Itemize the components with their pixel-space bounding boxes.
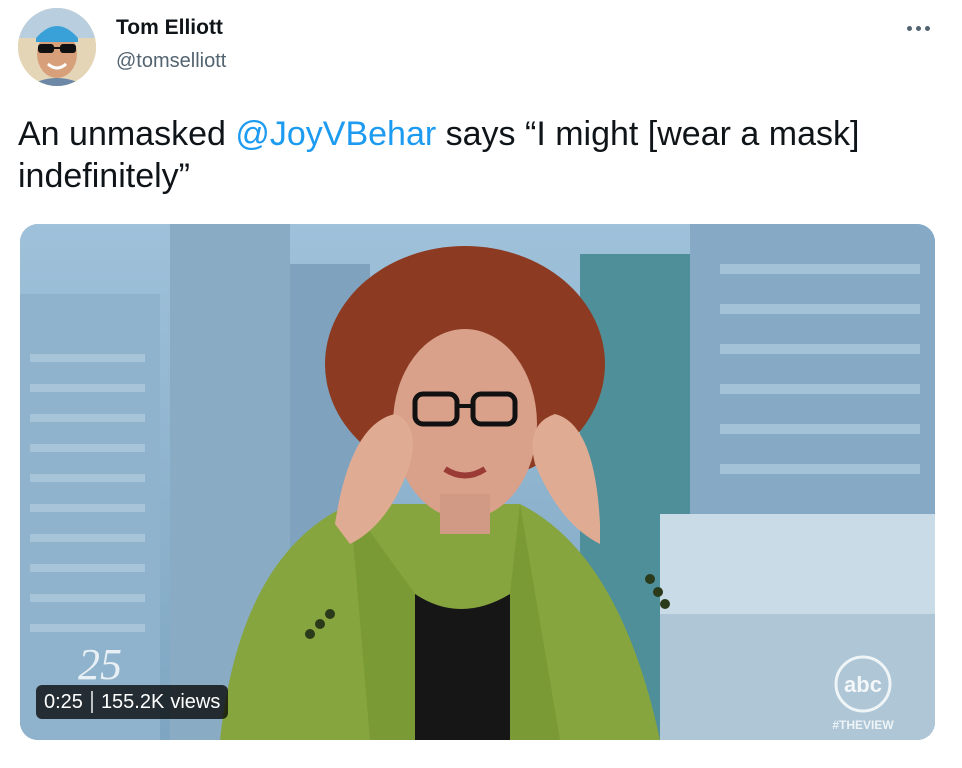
show-hashtag: #THEVIEW: [832, 718, 894, 732]
author-name[interactable]: Tom Elliott: [116, 16, 223, 40]
more-options-button[interactable]: [898, 14, 938, 42]
video-frame: 25 abc #THEVIEW: [20, 224, 935, 740]
video-timer-badge: 0:25 155.2K views: [36, 685, 229, 719]
tweet-text-before: An unmasked: [18, 115, 236, 153]
author-handle[interactable]: @tomselliott: [116, 50, 226, 73]
more-horizontal-icon: [905, 25, 932, 31]
avatar-image: [18, 8, 96, 86]
mention-link[interactable]: @JoyVBehar: [235, 115, 436, 153]
video-duration: 0:25: [44, 690, 83, 713]
video-view-count: 155.2K: [100, 690, 165, 713]
anniversary-logo: 25: [78, 640, 122, 689]
avatar[interactable]: [18, 8, 96, 86]
svg-text:abc: abc: [844, 672, 882, 697]
timer-divider: [90, 691, 93, 713]
video-player[interactable]: 25 abc #THEVIEW: [20, 224, 935, 740]
tweet-text: An unmasked @JoyVBehar says “I might [we…: [18, 113, 948, 197]
video-views-label: views: [170, 690, 221, 713]
tweet-card: Tom Elliott @tomselliott An unmasked @Jo…: [0, 0, 962, 768]
